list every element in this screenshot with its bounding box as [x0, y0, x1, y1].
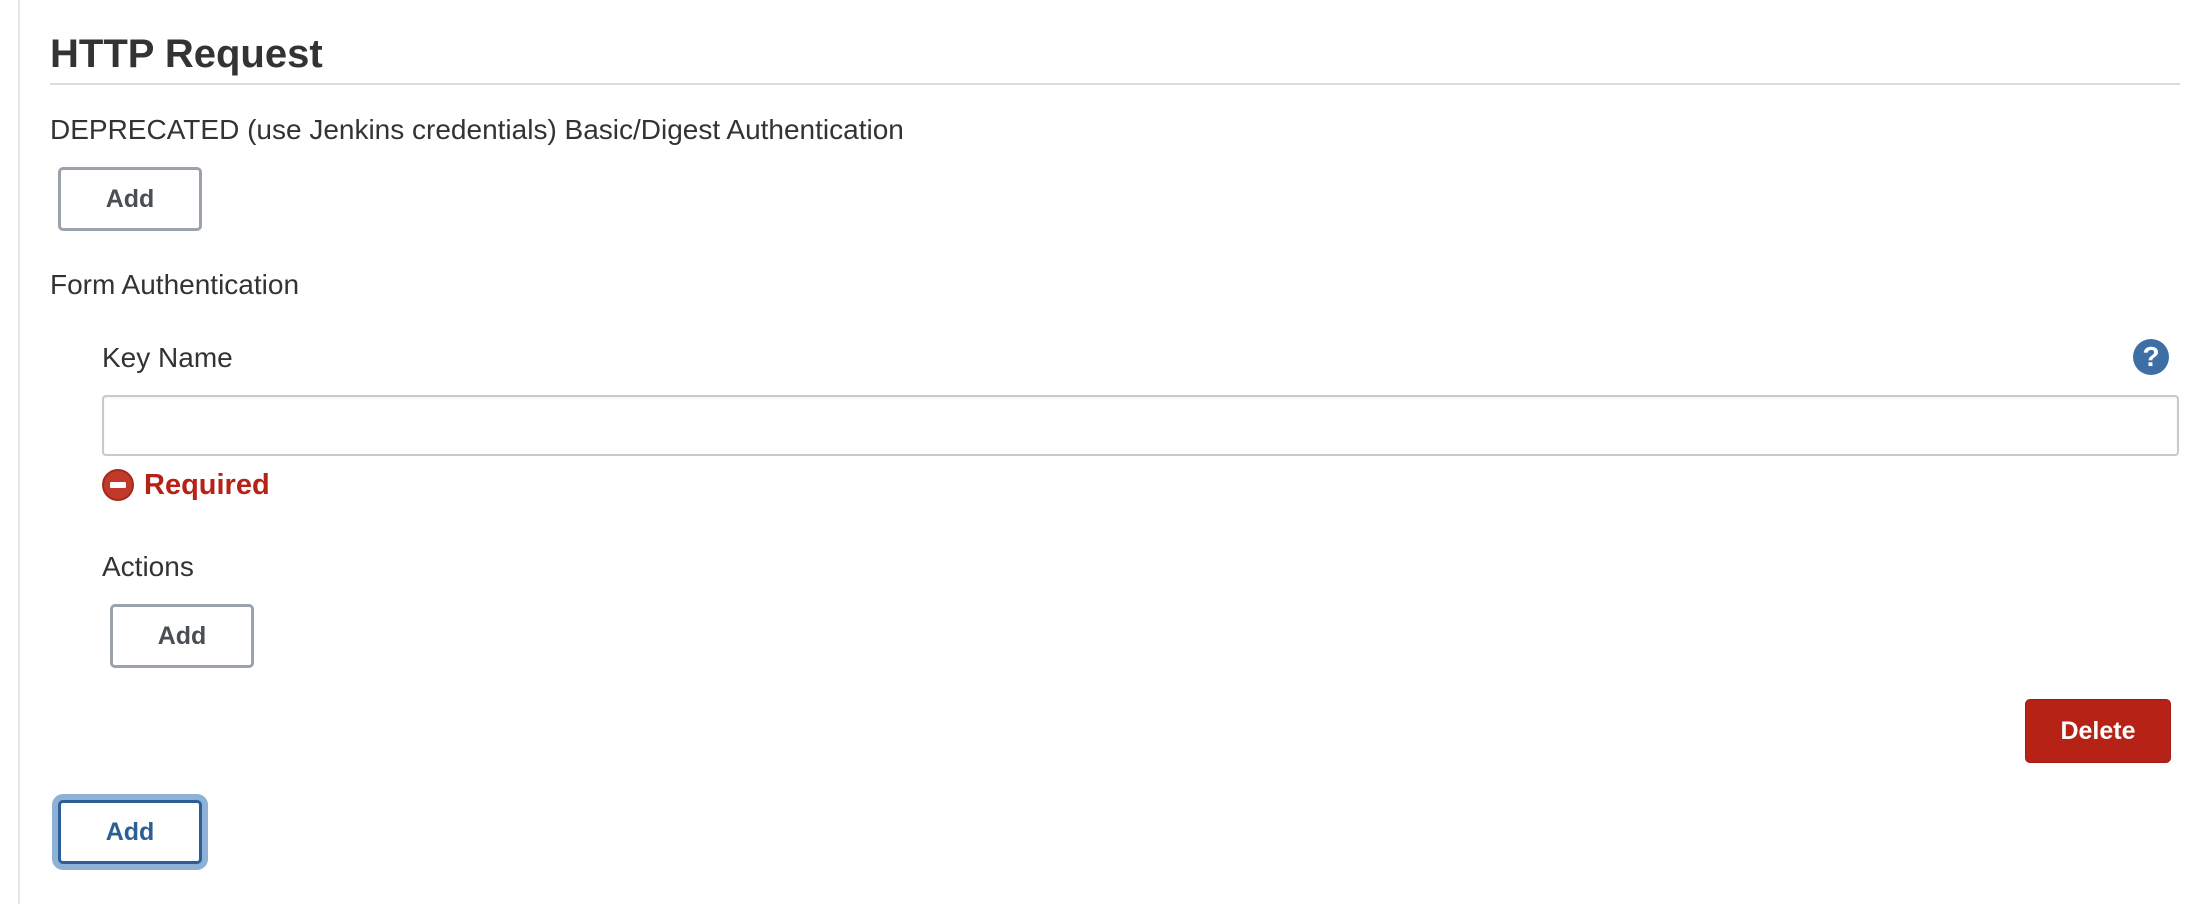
- actions-add-button[interactable]: Add: [110, 604, 254, 668]
- delete-button[interactable]: Delete: [2025, 699, 2171, 763]
- form-auth-label: Form Authentication: [50, 269, 300, 300]
- key-name-input[interactable]: [102, 395, 2179, 456]
- form-auth-add-button[interactable]: Add: [58, 800, 202, 864]
- key-name-label: Key Name: [102, 342, 233, 373]
- section-divider: [50, 83, 2180, 85]
- section-title: HTTP Request: [50, 32, 323, 76]
- left-border: [18, 0, 20, 904]
- question-mark-icon[interactable]: ?: [2133, 339, 2169, 375]
- basic-auth-label: DEPRECATED (use Jenkins credentials) Bas…: [50, 114, 904, 145]
- actions-label: Actions: [102, 551, 194, 582]
- error-text: Required: [144, 469, 270, 501]
- basic-auth-add-button[interactable]: Add: [58, 167, 202, 231]
- key-name-error: Required: [102, 467, 270, 503]
- error-circle-icon: [102, 469, 134, 501]
